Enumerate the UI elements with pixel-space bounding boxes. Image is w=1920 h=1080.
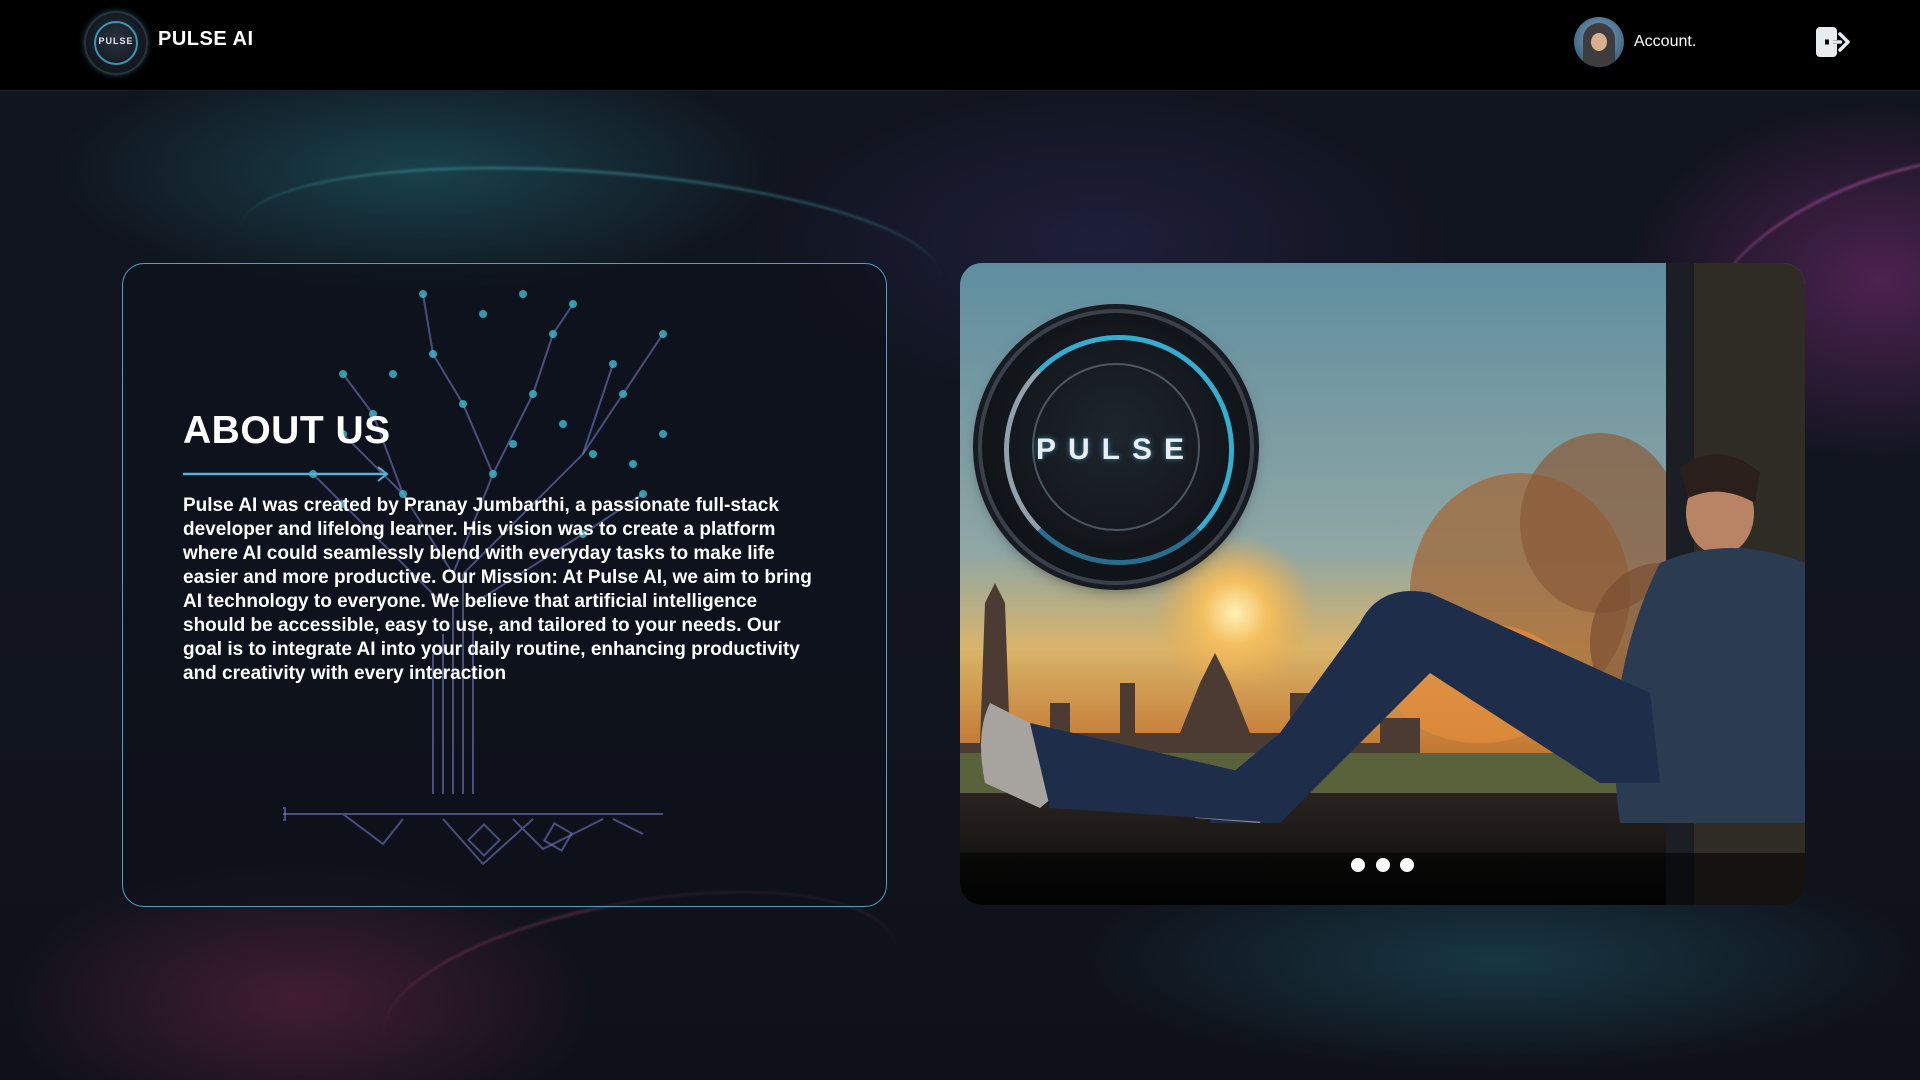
avatar[interactable] (1574, 17, 1624, 67)
slider-dot-3[interactable] (1399, 858, 1414, 872)
logo-text: PULSE (98, 36, 134, 46)
about-description: Pulse AI was created by Pranay Jumbarthi… (183, 495, 812, 684)
brand-name[interactable]: PULSE AI (158, 28, 254, 51)
about-title: ABOUT US (183, 409, 391, 452)
slider-dot-2[interactable] (1375, 858, 1390, 872)
account-link[interactable]: Account. (1634, 33, 1696, 51)
slider-dot-1[interactable] (1351, 858, 1366, 872)
logout-icon[interactable] (1814, 24, 1850, 60)
arrow-right-icon (183, 466, 389, 482)
image-slider[interactable]: PULSE (960, 263, 1805, 905)
slider-dots (960, 858, 1805, 877)
emblem-text: PULSE (1035, 433, 1197, 466)
top-navbar: PULSE PULSE AI Account. (0, 0, 1920, 91)
page: PULSE PULSE AI Account. ABOUT US Pulse A… (0, 0, 1920, 1080)
pulse-logo-emblem: PULSE (982, 313, 1250, 581)
about-card: ABOUT US Pulse AI was created by Pranay … (122, 263, 887, 907)
pulse-logo-icon[interactable]: PULSE (84, 11, 148, 75)
avatar-face (1591, 33, 1607, 51)
